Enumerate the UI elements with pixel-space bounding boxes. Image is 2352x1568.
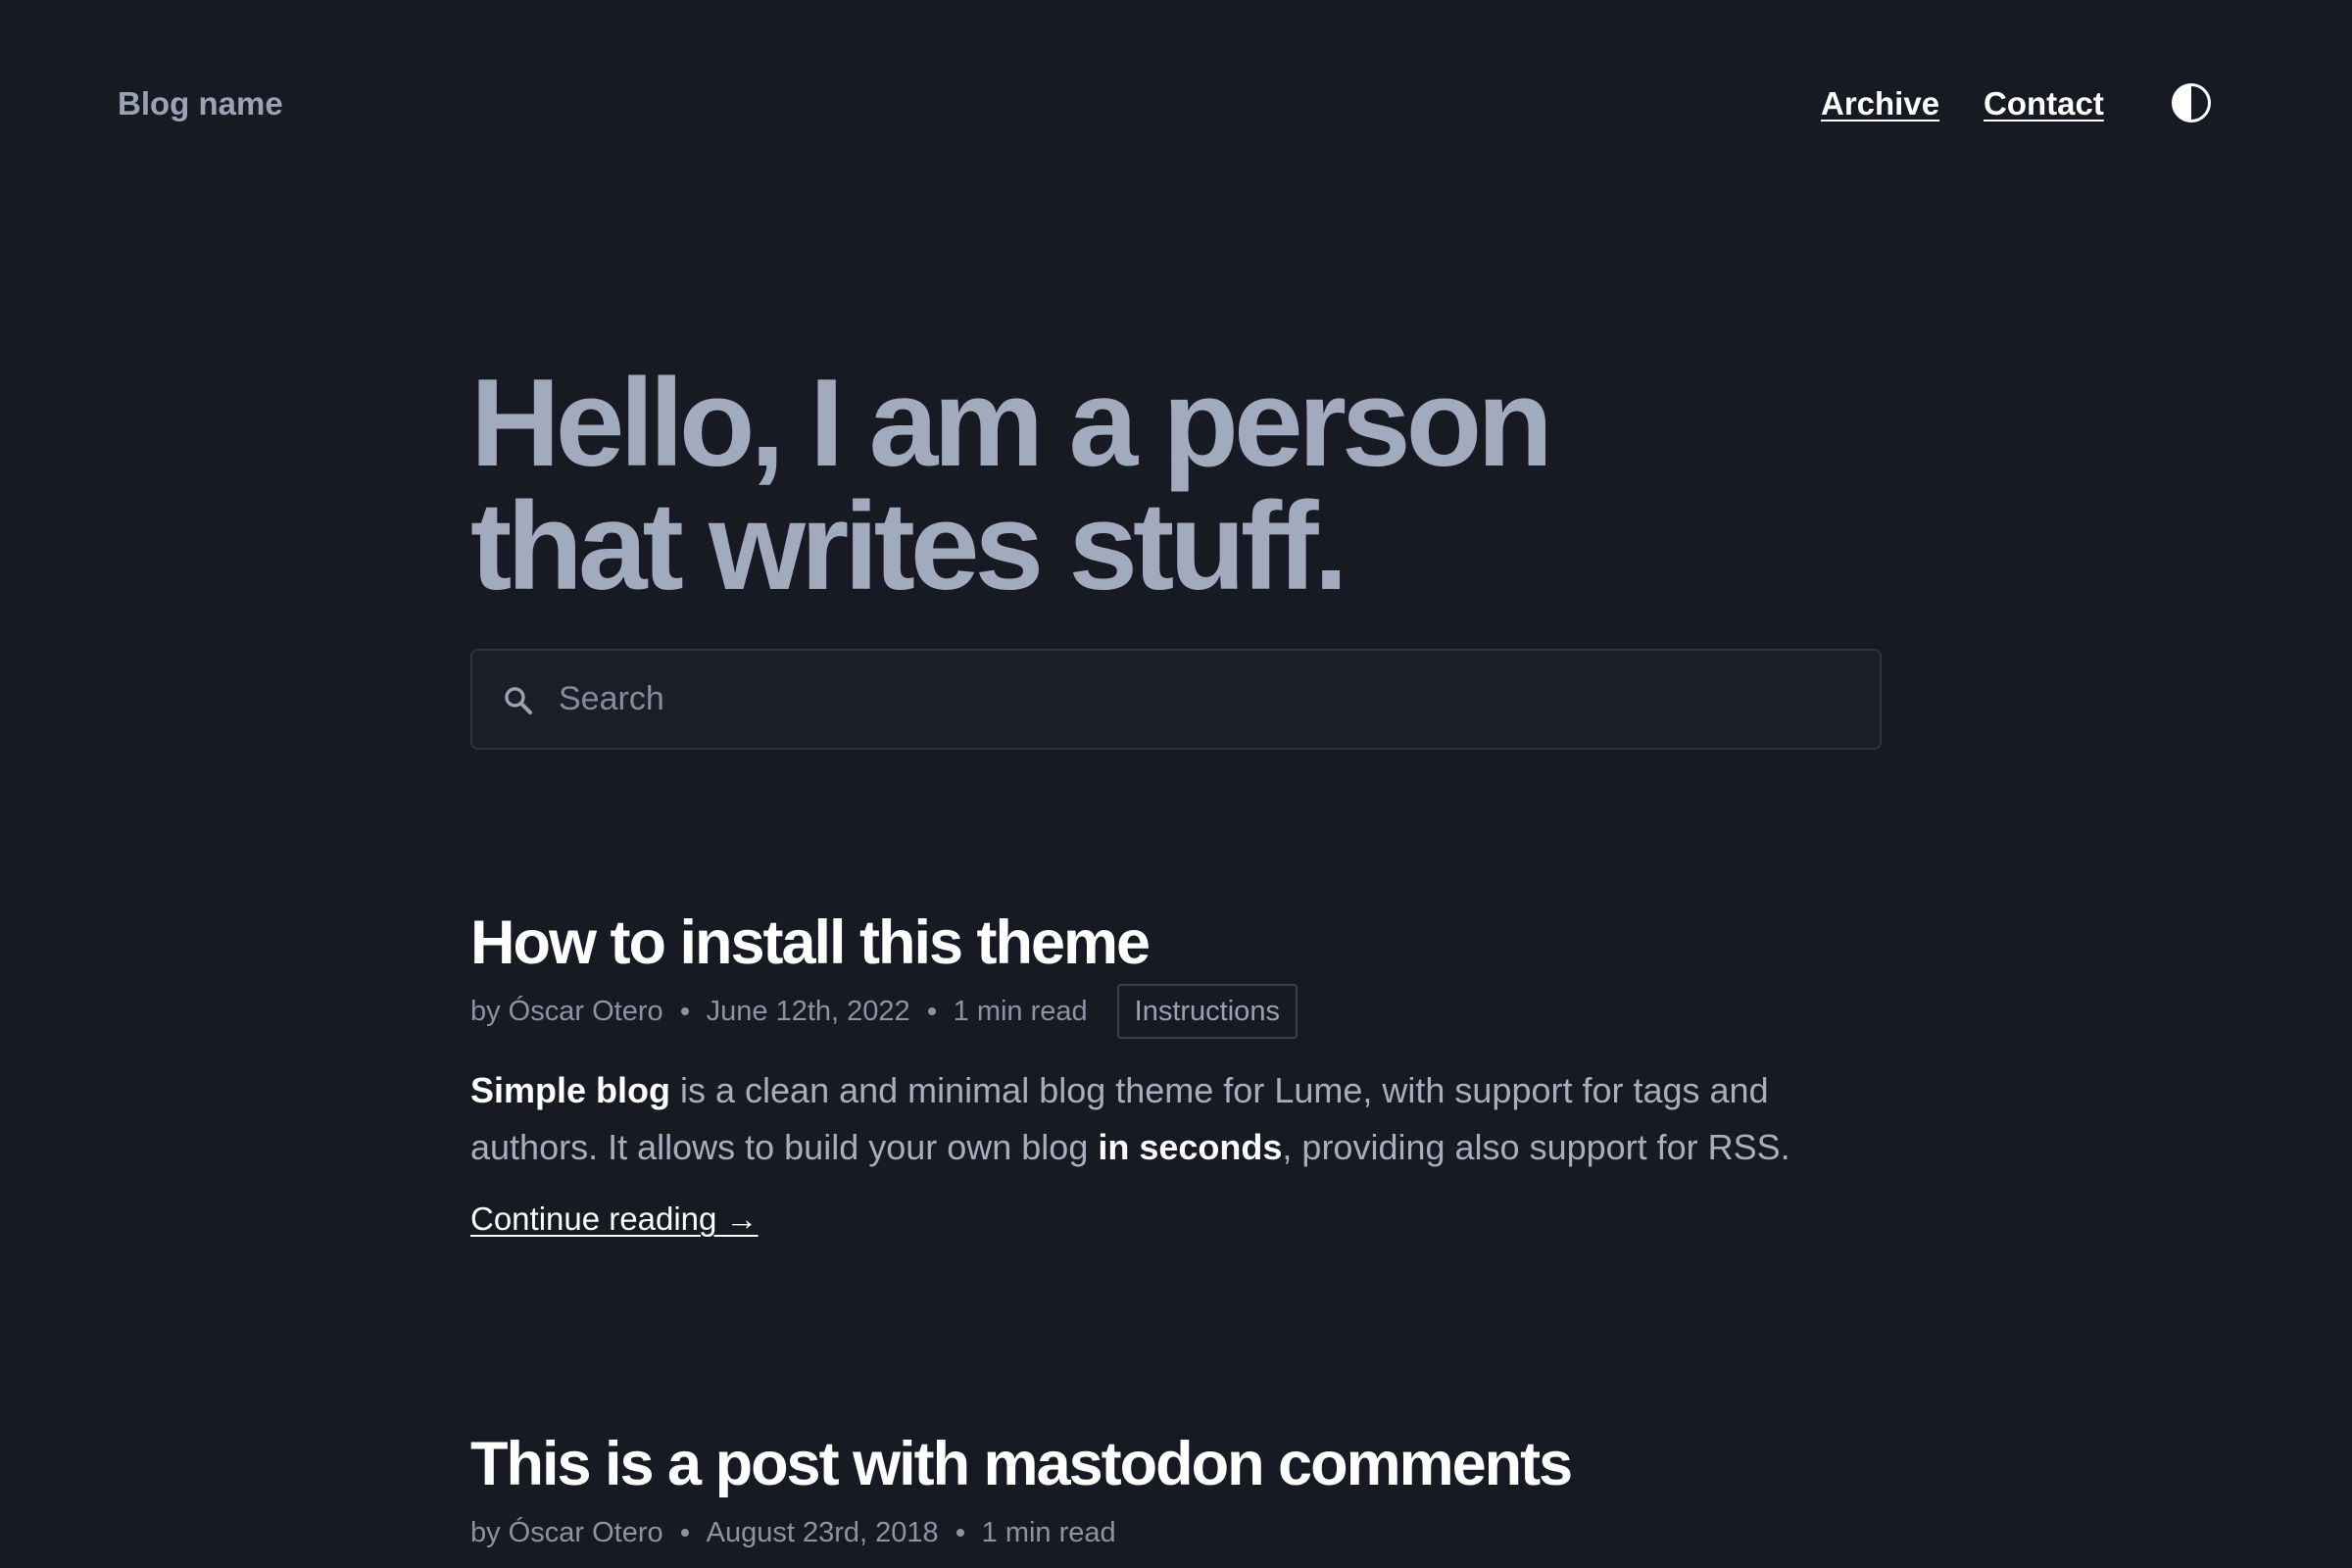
post-title-text[interactable]: This is a post with mastodon comments xyxy=(470,1430,1573,1498)
post-excerpt: Simple blog is a clean and minimal blog … xyxy=(470,1062,1882,1176)
excerpt-text: , providing also support for RSS. xyxy=(1282,1127,1790,1167)
nav-archive-link[interactable]: Archive xyxy=(1821,84,1939,123)
meta-separator xyxy=(680,1007,689,1015)
post-date: August 23rd, 2018 xyxy=(706,1517,939,1548)
page: Blog name Archive Contact Hello, I am a … xyxy=(0,0,2352,1568)
excerpt-bold: Simple blog xyxy=(470,1070,671,1110)
excerpt-bold: in seconds xyxy=(1098,1127,1283,1167)
post-title-text[interactable]: How to install this theme xyxy=(470,908,1151,977)
post-title[interactable]: This is a post with mastodon comments xyxy=(470,1423,1882,1505)
post-title[interactable]: How to install this theme xyxy=(470,902,1882,984)
theme-toggle-icon[interactable] xyxy=(2172,83,2211,122)
search-icon xyxy=(505,687,533,715)
post-item: How to install this theme by Óscar Otero… xyxy=(470,902,1882,1239)
search-box[interactable] xyxy=(470,649,1882,750)
site-header: Blog name Archive Contact xyxy=(0,0,2352,210)
blog-name-link[interactable]: Blog name xyxy=(118,84,283,123)
post-read-time: 1 min read xyxy=(981,1517,1116,1548)
post-read-time: 1 min read xyxy=(953,996,1088,1027)
post-tag[interactable]: Instructions xyxy=(1116,984,1298,1039)
post-date: June 12th, 2022 xyxy=(706,996,910,1027)
meta-separator xyxy=(927,1007,936,1015)
post-meta: by Óscar Otero June 12th, 2022 1 min rea… xyxy=(470,984,1882,1039)
continue-reading-link[interactable]: Continue reading → xyxy=(470,1200,759,1239)
search-input[interactable] xyxy=(557,651,1860,748)
post-author: by Óscar Otero xyxy=(470,1517,663,1548)
post-author: by Óscar Otero xyxy=(470,996,663,1027)
hero-title: Hello, I am a person that writes stuff. xyxy=(470,353,1553,615)
post-item: This is a post with mastodon comments by… xyxy=(470,1423,1882,1560)
meta-separator xyxy=(956,1529,964,1537)
nav-contact-link[interactable]: Contact xyxy=(1984,84,2104,123)
post-meta: by Óscar Otero August 23rd, 2018 1 min r… xyxy=(470,1505,1882,1560)
meta-separator xyxy=(680,1529,689,1537)
